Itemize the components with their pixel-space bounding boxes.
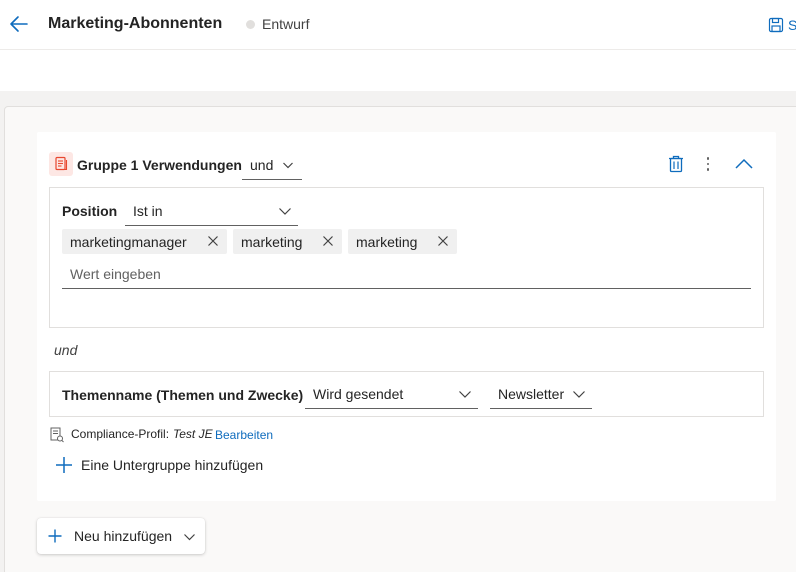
compliance-profile-label: Compliance-Profil: xyxy=(71,427,170,441)
group-operator-value: und xyxy=(250,156,274,173)
condition-field-label: Themenname (Themen und Zwecke) xyxy=(62,387,304,403)
compliance-profile-value: Test JE xyxy=(173,427,213,441)
condition-operator-dropdown[interactable]: Ist in xyxy=(125,196,298,226)
tag-label: marketing xyxy=(241,233,303,250)
chevron-up-icon xyxy=(735,158,753,169)
back-button[interactable] xyxy=(8,12,30,36)
condition-field-label: Position xyxy=(62,203,118,219)
condition-value-dropdown[interactable]: Newsletter xyxy=(490,379,592,409)
save-button[interactable]: S xyxy=(768,14,796,36)
status-dot xyxy=(246,20,255,29)
chevron-down-icon xyxy=(283,162,293,169)
chevron-down-icon xyxy=(184,534,195,541)
condition-operator-value: Wird gesendet xyxy=(313,385,404,402)
more-icon xyxy=(706,157,710,160)
arrow-left-icon xyxy=(10,16,28,32)
condition-operator-dropdown[interactable]: Wird gesendet xyxy=(305,379,478,409)
add-subgroup-label: Eine Untergruppe hinzufügen xyxy=(81,457,264,473)
page-title: Marketing-Abonnenten xyxy=(48,15,223,32)
command-bar xyxy=(0,51,796,91)
remove-tag-button[interactable] xyxy=(322,235,334,247)
delete-group-button[interactable] xyxy=(667,154,685,174)
tag-label: marketing xyxy=(356,233,418,250)
condition-operator-value: Ist in xyxy=(133,202,163,219)
condition-value: Newsletter xyxy=(498,385,565,402)
group-icon xyxy=(49,152,73,176)
value-tag: marketingmanager xyxy=(62,229,227,254)
chevron-down-icon xyxy=(573,391,585,398)
edit-compliance-link[interactable]: Bearbeiten xyxy=(215,428,273,442)
value-input[interactable] xyxy=(62,259,751,289)
plus-icon xyxy=(48,529,62,543)
group-title: Gruppe 1 Verwendungen xyxy=(77,157,242,173)
more-options-button[interactable] xyxy=(700,154,716,174)
remove-tag-button[interactable] xyxy=(207,235,219,247)
save-icon xyxy=(768,17,784,33)
chevron-down-icon xyxy=(459,391,471,398)
trash-icon xyxy=(669,155,683,173)
add-subgroup-button[interactable]: Eine Untergruppe hinzufügen xyxy=(55,454,263,476)
group-operator-dropdown[interactable]: und xyxy=(242,150,302,180)
add-new-label: Neu hinzufügen xyxy=(74,528,173,544)
plus-icon xyxy=(56,457,72,473)
condition-separator: und xyxy=(54,342,78,358)
chevron-down-icon xyxy=(279,208,291,215)
collapse-group-button[interactable] xyxy=(733,154,755,174)
remove-tag-button[interactable] xyxy=(437,235,449,247)
value-tag: marketing xyxy=(348,229,457,254)
value-tag: marketing xyxy=(233,229,342,254)
status-badge: Entwurf xyxy=(262,16,310,32)
tag-label: marketingmanager xyxy=(70,233,187,250)
compliance-profile-icon xyxy=(50,427,64,443)
add-new-button[interactable]: Neu hinzufügen xyxy=(37,518,205,554)
save-button-label: S xyxy=(788,17,796,33)
header-bar: Marketing-Abonnenten Entwurf S xyxy=(0,0,796,50)
